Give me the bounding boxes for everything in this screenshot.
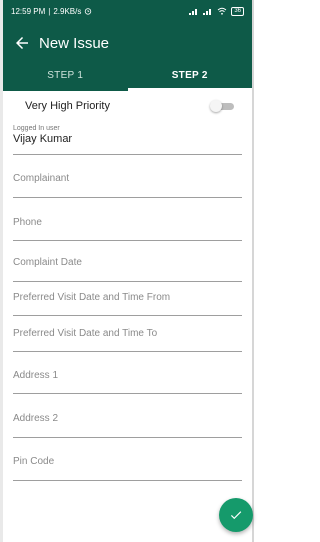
- visit-to-placeholder: Preferred Visit Date and Time To: [13, 328, 158, 339]
- complaint-date-placeholder: Complaint Date: [13, 257, 82, 268]
- tab-step-2[interactable]: STEP 2: [128, 64, 253, 91]
- address-2-placeholder: Address 2: [13, 413, 59, 424]
- back-arrow-icon[interactable]: [13, 34, 31, 52]
- logged-in-user-field[interactable]: Logged In user Vijay Kumar: [13, 123, 242, 155]
- address-1-field[interactable]: Address 1: [13, 352, 242, 394]
- signal-icon-2: [203, 9, 212, 15]
- status-time: 12:59 PM: [11, 6, 46, 16]
- pin-code-placeholder: Pin Code: [13, 456, 55, 467]
- visit-from-placeholder: Preferred Visit Date and Time From: [13, 292, 171, 303]
- complainant-field[interactable]: Complainant: [13, 155, 242, 198]
- tab-step-1[interactable]: STEP 1: [3, 64, 128, 91]
- address-1-placeholder: Address 1: [13, 370, 59, 381]
- logged-in-user-label: Logged In user: [13, 125, 60, 132]
- phone-placeholder: Phone: [13, 217, 42, 228]
- logged-in-user-value: Vijay Kumar: [13, 133, 73, 145]
- complaint-date-field[interactable]: Complaint Date: [13, 241, 242, 282]
- check-icon: [230, 511, 242, 520]
- battery-icon: 36: [231, 6, 244, 16]
- app-screen: 12:59 PM | 2.9KB/s 36 New Issue STEP 1 S…: [3, 0, 252, 542]
- toggle-thumb: [210, 100, 222, 112]
- status-right: 36: [189, 6, 244, 16]
- priority-toggle[interactable]: [210, 100, 234, 112]
- priority-label: Very High Priority: [25, 100, 110, 112]
- wifi-icon: [217, 7, 227, 15]
- app-bar: New Issue: [3, 22, 252, 64]
- complainant-placeholder: Complainant: [13, 173, 70, 184]
- alarm-icon: [85, 8, 92, 15]
- right-border: [252, 0, 254, 542]
- phone-field[interactable]: Phone: [13, 198, 242, 241]
- page-title: New Issue: [39, 34, 110, 52]
- status-left: 12:59 PM | 2.9KB/s: [11, 7, 189, 16]
- status-bar: 12:59 PM | 2.9KB/s 36: [3, 0, 252, 22]
- pin-code-field[interactable]: Pin Code: [13, 438, 242, 481]
- issue-form: Very High Priority Logged In user Vijay …: [3, 91, 252, 481]
- submit-fab-button[interactable]: [219, 498, 253, 532]
- active-tab-indicator: [127, 88, 252, 91]
- status-divider: |: [48, 6, 51, 16]
- step-tabs: STEP 1 STEP 2: [3, 64, 252, 91]
- address-2-field[interactable]: Address 2: [13, 394, 242, 438]
- signal-icon: [189, 9, 198, 15]
- priority-row: Very High Priority: [13, 91, 242, 121]
- visit-from-field[interactable]: Preferred Visit Date and Time From: [13, 282, 242, 316]
- status-speed: 2.9KB/s: [53, 6, 82, 16]
- visit-to-field[interactable]: Preferred Visit Date and Time To: [13, 316, 242, 352]
